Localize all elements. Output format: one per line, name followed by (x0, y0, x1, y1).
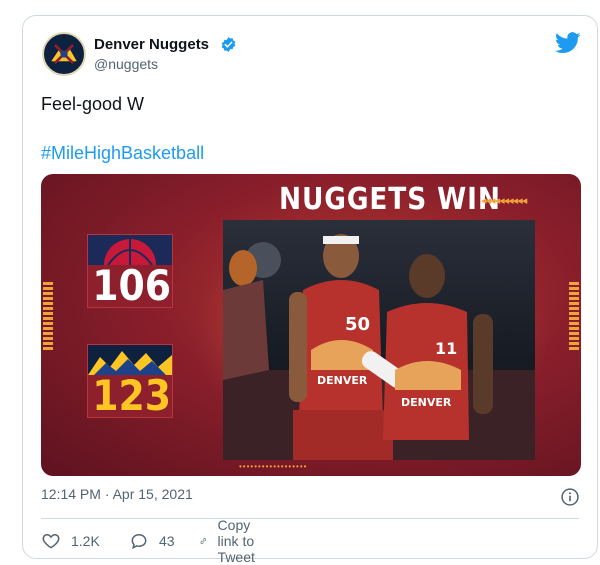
tweet-media-image[interactable]: NUGGETS WIN ◂◂◂◂◂◂◂◂◂◂ 106 123 50 DENVER… (41, 174, 581, 476)
like-button[interactable]: 1.2K (41, 530, 100, 552)
reply-bubble-icon (131, 533, 147, 550)
decorative-stripes-left (43, 282, 53, 358)
tweet-timestamp[interactable]: 12:14 PM · Apr 15, 2021 (41, 486, 193, 502)
info-icon[interactable] (560, 487, 580, 507)
copy-link-button[interactable]: Copy link to Tweet (199, 517, 266, 565)
away-score: 106 (92, 261, 172, 310)
decorative-chevrons: ◂◂◂◂◂◂◂◂◂◂ (481, 195, 527, 207)
reply-button[interactable]: 43 (129, 530, 175, 552)
like-count: 1.2K (71, 533, 100, 549)
tweet-text: Feel-good W (41, 94, 145, 114)
twitter-logo-icon[interactable] (555, 32, 581, 54)
home-score: 123 (92, 371, 172, 420)
nuggets-logo-icon (45, 35, 83, 73)
copy-link-label: Copy link to Tweet (217, 517, 255, 565)
heart-icon (42, 533, 60, 549)
media-headline: NUGGETS WIN (279, 182, 501, 217)
reply-count: 43 (159, 533, 175, 549)
author-name[interactable]: Denver Nuggets (94, 36, 209, 53)
hashtag-link[interactable]: #MileHighBasketball (41, 143, 204, 164)
away-score-panel: 106 (87, 234, 173, 308)
decorative-stripes-right (569, 282, 579, 358)
jersey-name-left: DENVER (317, 374, 368, 387)
tweet-card[interactable]: Denver Nuggets @nuggets Feel-good W #Mil… (22, 15, 598, 565)
verified-badge-icon (221, 37, 236, 52)
jersey-number-11: 11 (435, 339, 457, 358)
jersey-name-right: DENVER (401, 396, 452, 409)
divider (41, 518, 579, 519)
decorative-dots: •••••••••••••••••• (239, 462, 308, 471)
link-icon (200, 538, 206, 544)
jersey-number-50: 50 (345, 314, 370, 335)
home-score-panel: 123 (87, 344, 173, 418)
players-photo: 50 DENVER 11 DENVER (223, 220, 535, 460)
author-handle[interactable]: @nuggets (94, 56, 158, 72)
avatar[interactable] (42, 32, 86, 76)
